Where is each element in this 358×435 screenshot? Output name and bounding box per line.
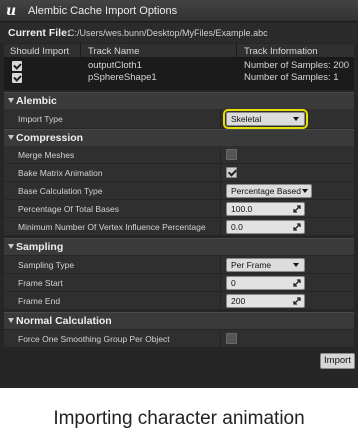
input-value: 200 — [231, 296, 246, 306]
current-file-path: C:/Users/wes.bunn/Desktop/MyFiles/Exampl… — [68, 28, 268, 38]
table-row[interactable]: pSphereShape1 Number of Samples: 1 — [4, 72, 354, 84]
chevron-down-icon — [293, 263, 299, 267]
column-divider[interactable] — [80, 44, 81, 58]
window-title: Alembic Cache Import Options — [28, 5, 178, 17]
property-splitter[interactable] — [220, 182, 221, 200]
property-splitter[interactable] — [220, 109, 221, 129]
import-button[interactable]: Import — [320, 353, 355, 369]
dialog-footer — [4, 348, 354, 376]
property-force-one-smoothing-group: Force One Smoothing Group Per Object — [4, 330, 354, 348]
property-label: Base Calculation Type — [18, 186, 103, 196]
should-import-checkbox[interactable] — [12, 61, 22, 71]
track-name: outputCloth1 — [88, 60, 142, 71]
property-splitter[interactable] — [220, 200, 221, 218]
property-splitter[interactable] — [220, 292, 221, 310]
input-value: 100.0 — [231, 204, 253, 214]
unreal-logo-icon: u — [6, 3, 17, 19]
track-info: Number of Samples: 200 — [244, 60, 350, 71]
spin-drag-icon[interactable] — [293, 223, 301, 231]
track-table-header: Should Import Track Name Track Informati… — [4, 44, 354, 58]
section-label: Compression — [16, 132, 84, 144]
spin-drag-icon[interactable] — [293, 205, 301, 213]
property-label: Frame End — [18, 296, 61, 306]
input-value: 0 — [231, 278, 236, 288]
property-splitter[interactable] — [220, 218, 221, 236]
property-percentage-bases: Percentage Of Total Bases 100.0 — [4, 200, 354, 218]
section-header-normal-calculation[interactable]: Normal Calculation — [4, 312, 354, 329]
property-sampling-type: Sampling Type Per Frame — [4, 256, 354, 274]
figure-caption: Importing character animation — [53, 408, 305, 429]
min-vertex-influence-input[interactable]: 0.0 — [226, 220, 305, 234]
frame-start-input[interactable]: 0 — [226, 276, 305, 290]
collapse-arrow-icon[interactable] — [8, 135, 14, 140]
frame-end-input[interactable]: 200 — [226, 294, 305, 308]
property-splitter[interactable] — [220, 164, 221, 182]
collapse-arrow-icon[interactable] — [8, 244, 14, 249]
section-label: Alembic — [16, 95, 57, 107]
section-label: Sampling — [16, 241, 64, 253]
collapse-arrow-icon[interactable] — [8, 98, 14, 103]
property-splitter[interactable] — [220, 146, 221, 164]
base-calculation-dropdown[interactable]: Percentage Based — [226, 184, 312, 198]
column-divider[interactable] — [236, 44, 237, 58]
collapse-arrow-icon[interactable] — [8, 318, 14, 323]
property-splitter[interactable] — [220, 256, 221, 274]
track-table: Should Import Track Name Track Informati… — [4, 44, 354, 90]
section-label: Normal Calculation — [16, 315, 112, 327]
property-label: Bake Matrix Animation — [18, 168, 103, 178]
sampling-type-dropdown[interactable]: Per Frame — [226, 258, 305, 272]
property-label: Sampling Type — [18, 260, 75, 270]
chevron-down-icon — [293, 117, 299, 121]
table-row[interactable]: outputCloth1 Number of Samples: 200 — [4, 60, 354, 72]
dropdown-value: Per Frame — [231, 260, 272, 270]
input-value: 0.0 — [231, 222, 243, 232]
import-options-dialog: u Alembic Cache Import Options Current F… — [0, 0, 358, 388]
property-label: Frame Start — [18, 278, 63, 288]
property-import-type: Import Type Skeletal — [4, 109, 354, 129]
column-header-should-import[interactable]: Should Import — [10, 46, 69, 57]
property-frame-start: Frame Start 0 — [4, 274, 354, 292]
column-header-track-info[interactable]: Track Information — [244, 46, 318, 57]
should-import-checkbox[interactable] — [12, 73, 22, 83]
spin-drag-icon[interactable] — [293, 297, 301, 305]
property-frame-end: Frame End 200 — [4, 292, 354, 310]
property-label: Force One Smoothing Group Per Object — [18, 334, 170, 344]
percentage-bases-input[interactable]: 100.0 — [226, 202, 305, 216]
section-header-alembic[interactable]: Alembic — [4, 92, 354, 109]
property-min-vertex-influence: Minimum Number Of Vertex Influence Perce… — [4, 218, 354, 236]
current-file-row: Current File: C:/Users/wes.bunn/Desktop/… — [0, 23, 358, 43]
track-name: pSphereShape1 — [88, 72, 157, 83]
spin-drag-icon[interactable] — [293, 279, 301, 287]
import-type-dropdown[interactable]: Skeletal — [223, 109, 308, 129]
dropdown-value: Percentage Based — [231, 186, 301, 196]
merge-meshes-checkbox[interactable] — [226, 149, 237, 160]
property-bake-matrix: Bake Matrix Animation — [4, 164, 354, 182]
property-label: Merge Meshes — [18, 150, 75, 160]
current-file-label: Current File: — [8, 27, 71, 39]
column-header-track-name[interactable]: Track Name — [88, 46, 139, 57]
property-label: Import Type — [18, 114, 63, 124]
dropdown-value: Skeletal — [231, 114, 262, 124]
property-label: Minimum Number Of Vertex Influence Perce… — [18, 222, 206, 232]
force-one-smoothing-group-checkbox[interactable] — [226, 333, 237, 344]
title-bar[interactable]: u Alembic Cache Import Options — [0, 0, 358, 22]
section-header-sampling[interactable]: Sampling — [4, 238, 354, 255]
property-label: Percentage Of Total Bases — [18, 204, 119, 214]
property-splitter[interactable] — [220, 330, 221, 348]
section-header-compression[interactable]: Compression — [4, 129, 354, 146]
track-info: Number of Samples: 1 — [244, 72, 339, 83]
bake-matrix-checkbox[interactable] — [226, 167, 237, 178]
property-base-calculation-type: Base Calculation Type Percentage Based — [4, 182, 354, 200]
property-merge-meshes: Merge Meshes — [4, 146, 354, 164]
property-splitter[interactable] — [220, 274, 221, 292]
chevron-down-icon — [302, 189, 308, 193]
